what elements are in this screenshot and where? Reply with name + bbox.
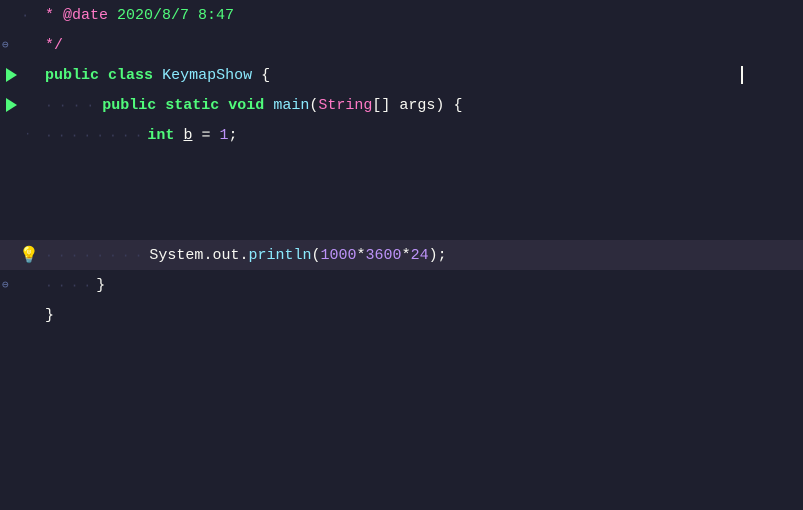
- line-main-decl: ···· public static void main ( String []…: [0, 90, 803, 120]
- indent-dots-main: ····: [45, 98, 100, 113]
- comment-end-text: */: [45, 37, 63, 54]
- dot1: .: [203, 247, 212, 264]
- space: [156, 97, 165, 114]
- mul2: *: [402, 247, 411, 264]
- open-brace-class: {: [261, 67, 270, 84]
- close-brace-main: }: [96, 277, 105, 294]
- param-type-string: String: [318, 97, 372, 114]
- assign-op: =: [201, 127, 210, 144]
- fold-icon-main[interactable]: ⊖: [2, 278, 9, 292]
- out-text: out: [212, 247, 239, 264]
- code-line-close-outer: }: [45, 307, 803, 324]
- indent-dots-intb2: ········: [45, 128, 147, 143]
- class-name-text: KeymapShow: [162, 67, 252, 84]
- gutter-println: 💡: [0, 245, 45, 265]
- param-name-args: args: [399, 97, 435, 114]
- gutter-comment-date: ·: [0, 8, 45, 23]
- keyword-public-main: public: [102, 97, 156, 114]
- space: [252, 67, 261, 84]
- line-println: 💡 ········ System . out . println ( 1000…: [0, 240, 803, 270]
- number-3600: 3600: [366, 247, 402, 264]
- indent-println: ········: [45, 248, 147, 263]
- variable-b: b: [183, 127, 192, 144]
- line-close-inner: ⊖ ···· }: [0, 270, 803, 300]
- text-cursor: [741, 66, 743, 84]
- println-paren-open: (: [312, 247, 321, 264]
- code-line-close-inner: ···· }: [45, 277, 803, 294]
- method-name-main: main: [273, 97, 309, 114]
- run-button-main[interactable]: [2, 96, 20, 114]
- space: [390, 97, 399, 114]
- indent-dots-intb: ·: [24, 129, 37, 141]
- line-empty2: [0, 180, 803, 210]
- number-1000: 1000: [321, 247, 357, 264]
- code-line-println: ········ System . out . println ( 1000 *…: [45, 247, 803, 264]
- code-line-comment-date: * @date 2020/8/7 8:47: [45, 7, 803, 24]
- comment-date-text: * @date 2020/8/7 8:47: [45, 7, 234, 24]
- keyword-int: int: [147, 127, 174, 144]
- keyword-static: static: [165, 97, 219, 114]
- space: [153, 67, 162, 84]
- number-24: 24: [411, 247, 429, 264]
- paren-open: (: [309, 97, 318, 114]
- run-button-class[interactable]: [2, 66, 20, 84]
- semicolon-println: ;: [438, 247, 447, 264]
- space: [444, 97, 453, 114]
- bracket-array: []: [372, 97, 390, 114]
- line-comment-date: · * @date 2020/8/7 8:47: [0, 0, 803, 30]
- space: [219, 97, 228, 114]
- open-brace-main: {: [453, 97, 462, 114]
- space: [211, 127, 220, 144]
- code-line-class-decl: public class KeymapShow {: [45, 67, 803, 84]
- space: [99, 67, 108, 84]
- semicolon-intb: ;: [229, 127, 238, 144]
- line-empty3: [0, 210, 803, 240]
- println-method: println: [248, 247, 311, 264]
- indent-dots: ·: [21, 8, 37, 23]
- line-int-b: · ········ int b = 1 ;: [0, 120, 803, 150]
- run-triangle-icon[interactable]: [6, 68, 17, 82]
- keyword-public: public: [45, 67, 99, 84]
- println-paren-close: ): [429, 247, 438, 264]
- gutter-int-b: ·: [0, 129, 45, 141]
- line-comment-end: ⊖ */: [0, 30, 803, 60]
- space: [264, 97, 273, 114]
- indent-close-inner: ····: [45, 278, 96, 293]
- code-line-int-b: ········ int b = 1 ;: [45, 127, 803, 144]
- code-area: · * @date 2020/8/7 8:47 ⊖ */ public: [0, 0, 803, 510]
- dot2: .: [239, 247, 248, 264]
- mul1: *: [357, 247, 366, 264]
- line-close-outer: }: [0, 300, 803, 330]
- keyword-void: void: [228, 97, 264, 114]
- code-editor: · * @date 2020/8/7 8:47 ⊖ */ public: [0, 0, 803, 510]
- keyword-class: class: [108, 67, 153, 84]
- line-class-decl: public class KeymapShow {: [0, 60, 803, 90]
- lightbulb-icon[interactable]: 💡: [19, 245, 39, 265]
- space: [192, 127, 201, 144]
- paren-close: ): [435, 97, 444, 114]
- system-text: System: [149, 247, 203, 264]
- line-empty1: [0, 150, 803, 180]
- space: [174, 127, 183, 144]
- code-line-comment-end: */: [45, 37, 803, 54]
- number-1: 1: [220, 127, 229, 144]
- run-triangle-icon-main[interactable]: [6, 98, 17, 112]
- close-brace-class: }: [45, 307, 54, 324]
- fold-icon-comment[interactable]: ⊖: [2, 38, 9, 52]
- code-line-main-decl: ···· public static void main ( String []…: [45, 97, 803, 114]
